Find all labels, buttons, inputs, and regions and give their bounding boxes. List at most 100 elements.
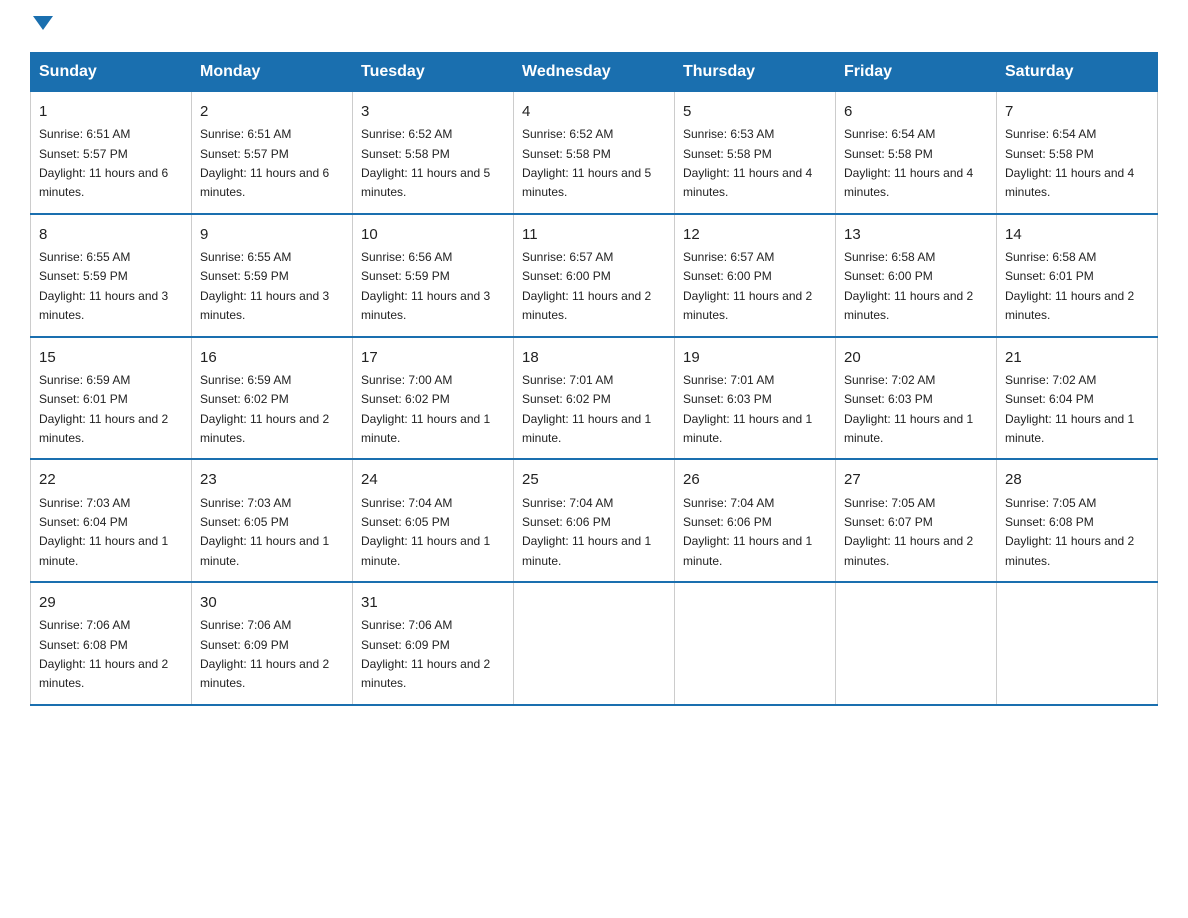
- day-number: 7: [1005, 100, 1149, 123]
- day-number: 30: [200, 591, 344, 614]
- week-row-3: 15 Sunrise: 6:59 AMSunset: 6:01 PMDayligh…: [31, 337, 1158, 460]
- calendar-cell: 18 Sunrise: 7:01 AMSunset: 6:02 PMDayligh…: [514, 337, 675, 460]
- calendar-cell: 22 Sunrise: 7:03 AMSunset: 6:04 PMDayligh…: [31, 459, 192, 582]
- day-number: 27: [844, 468, 988, 491]
- day-info: Sunrise: 7:05 AMSunset: 6:07 PMDaylight:…: [844, 496, 973, 568]
- day-number: 24: [361, 468, 505, 491]
- calendar-cell: 28 Sunrise: 7:05 AMSunset: 6:08 PMDayligh…: [997, 459, 1158, 582]
- calendar-cell: [675, 582, 836, 705]
- day-info: Sunrise: 7:06 AMSunset: 6:09 PMDaylight:…: [200, 618, 329, 690]
- day-number: 11: [522, 223, 666, 246]
- day-number: 16: [200, 346, 344, 369]
- day-number: 3: [361, 100, 505, 123]
- calendar-cell: 15 Sunrise: 6:59 AMSunset: 6:01 PMDayligh…: [31, 337, 192, 460]
- day-number: 29: [39, 591, 183, 614]
- calendar-cell: 27 Sunrise: 7:05 AMSunset: 6:07 PMDayligh…: [836, 459, 997, 582]
- calendar-cell: [514, 582, 675, 705]
- day-info: Sunrise: 6:54 AMSunset: 5:58 PMDaylight:…: [844, 127, 973, 199]
- calendar-cell: 24 Sunrise: 7:04 AMSunset: 6:05 PMDayligh…: [353, 459, 514, 582]
- day-info: Sunrise: 7:01 AMSunset: 6:02 PMDaylight:…: [522, 373, 651, 445]
- header-friday: Friday: [836, 53, 997, 92]
- calendar-cell: 5 Sunrise: 6:53 AMSunset: 5:58 PMDaylight…: [675, 92, 836, 214]
- day-number: 26: [683, 468, 827, 491]
- calendar-cell: 12Sunrise: 6:57 AMSunset: 6:00 PMDayligh…: [675, 214, 836, 337]
- day-number: 28: [1005, 468, 1149, 491]
- day-number: 4: [522, 100, 666, 123]
- day-info: Sunrise: 6:51 AMSunset: 5:57 PMDaylight:…: [200, 127, 329, 199]
- day-number: 17: [361, 346, 505, 369]
- logo-triangle-icon: [33, 16, 53, 30]
- day-info: Sunrise: 6:57 AMSunset: 6:00 PMDaylight:…: [683, 250, 812, 322]
- calendar-cell: 19Sunrise: 7:01 AMSunset: 6:03 PMDayligh…: [675, 337, 836, 460]
- header-thursday: Thursday: [675, 53, 836, 92]
- calendar-body: 1 Sunrise: 6:51 AMSunset: 5:57 PMDaylight…: [31, 92, 1158, 705]
- day-number: 21: [1005, 346, 1149, 369]
- day-info: Sunrise: 6:55 AMSunset: 5:59 PMDaylight:…: [39, 250, 168, 322]
- day-info: Sunrise: 6:59 AMSunset: 6:01 PMDaylight:…: [39, 373, 168, 445]
- calendar-header: SundayMondayTuesdayWednesdayThursdayFrid…: [31, 53, 1158, 92]
- header-saturday: Saturday: [997, 53, 1158, 92]
- day-info: Sunrise: 7:02 AMSunset: 6:03 PMDaylight:…: [844, 373, 973, 445]
- day-number: 31: [361, 591, 505, 614]
- calendar-cell: 30 Sunrise: 7:06 AMSunset: 6:09 PMDayligh…: [192, 582, 353, 705]
- day-info: Sunrise: 6:58 AMSunset: 6:01 PMDaylight:…: [1005, 250, 1134, 322]
- header-sunday: Sunday: [31, 53, 192, 92]
- calendar-cell: 11 Sunrise: 6:57 AMSunset: 6:00 PMDayligh…: [514, 214, 675, 337]
- calendar-cell: 23Sunrise: 7:03 AMSunset: 6:05 PMDayligh…: [192, 459, 353, 582]
- day-number: 22: [39, 468, 183, 491]
- calendar-cell: 21 Sunrise: 7:02 AMSunset: 6:04 PMDayligh…: [997, 337, 1158, 460]
- calendar-cell: 25Sunrise: 7:04 AMSunset: 6:06 PMDayligh…: [514, 459, 675, 582]
- week-row-1: 1 Sunrise: 6:51 AMSunset: 5:57 PMDaylight…: [31, 92, 1158, 214]
- day-number: 25: [522, 468, 666, 491]
- day-number: 14: [1005, 223, 1149, 246]
- day-info: Sunrise: 6:58 AMSunset: 6:00 PMDaylight:…: [844, 250, 973, 322]
- logo: [30, 20, 53, 34]
- week-row-4: 22 Sunrise: 7:03 AMSunset: 6:04 PMDayligh…: [31, 459, 1158, 582]
- day-number: 1: [39, 100, 183, 123]
- calendar-cell: 9 Sunrise: 6:55 AMSunset: 5:59 PMDaylight…: [192, 214, 353, 337]
- calendar-cell: 29 Sunrise: 7:06 AMSunset: 6:08 PMDayligh…: [31, 582, 192, 705]
- day-number: 9: [200, 223, 344, 246]
- day-info: Sunrise: 7:06 AMSunset: 6:09 PMDaylight:…: [361, 618, 490, 690]
- day-number: 20: [844, 346, 988, 369]
- day-info: Sunrise: 7:06 AMSunset: 6:08 PMDaylight:…: [39, 618, 168, 690]
- calendar-cell: 1 Sunrise: 6:51 AMSunset: 5:57 PMDaylight…: [31, 92, 192, 214]
- day-number: 13: [844, 223, 988, 246]
- day-info: Sunrise: 6:57 AMSunset: 6:00 PMDaylight:…: [522, 250, 651, 322]
- calendar-cell: 7 Sunrise: 6:54 AMSunset: 5:58 PMDaylight…: [997, 92, 1158, 214]
- day-info: Sunrise: 7:02 AMSunset: 6:04 PMDaylight:…: [1005, 373, 1134, 445]
- day-info: Sunrise: 7:05 AMSunset: 6:08 PMDaylight:…: [1005, 496, 1134, 568]
- header-tuesday: Tuesday: [353, 53, 514, 92]
- calendar-cell: 13 Sunrise: 6:58 AMSunset: 6:00 PMDayligh…: [836, 214, 997, 337]
- day-info: Sunrise: 6:52 AMSunset: 5:58 PMDaylight:…: [361, 127, 490, 199]
- day-number: 6: [844, 100, 988, 123]
- day-number: 19: [683, 346, 827, 369]
- day-info: Sunrise: 7:04 AMSunset: 6:05 PMDaylight:…: [361, 496, 490, 568]
- calendar-cell: 10Sunrise: 6:56 AMSunset: 5:59 PMDayligh…: [353, 214, 514, 337]
- calendar-cell: 6 Sunrise: 6:54 AMSunset: 5:58 PMDaylight…: [836, 92, 997, 214]
- calendar-cell: [997, 582, 1158, 705]
- header-monday: Monday: [192, 53, 353, 92]
- calendar-cell: 2Sunrise: 6:51 AMSunset: 5:57 PMDaylight…: [192, 92, 353, 214]
- calendar-cell: [836, 582, 997, 705]
- day-number: 5: [683, 100, 827, 123]
- day-info: Sunrise: 7:03 AMSunset: 6:04 PMDaylight:…: [39, 496, 168, 568]
- week-row-5: 29 Sunrise: 7:06 AMSunset: 6:08 PMDayligh…: [31, 582, 1158, 705]
- day-info: Sunrise: 6:53 AMSunset: 5:58 PMDaylight:…: [683, 127, 812, 199]
- calendar-cell: 31 Sunrise: 7:06 AMSunset: 6:09 PMDayligh…: [353, 582, 514, 705]
- header-row: SundayMondayTuesdayWednesdayThursdayFrid…: [31, 53, 1158, 92]
- day-info: Sunrise: 6:52 AMSunset: 5:58 PMDaylight:…: [522, 127, 651, 199]
- calendar-cell: 16Sunrise: 6:59 AMSunset: 6:02 PMDayligh…: [192, 337, 353, 460]
- day-number: 10: [361, 223, 505, 246]
- day-number: 18: [522, 346, 666, 369]
- calendar-cell: 4 Sunrise: 6:52 AMSunset: 5:58 PMDaylight…: [514, 92, 675, 214]
- day-number: 15: [39, 346, 183, 369]
- day-info: Sunrise: 6:54 AMSunset: 5:58 PMDaylight:…: [1005, 127, 1134, 199]
- day-info: Sunrise: 7:03 AMSunset: 6:05 PMDaylight:…: [200, 496, 329, 568]
- day-info: Sunrise: 6:55 AMSunset: 5:59 PMDaylight:…: [200, 250, 329, 322]
- day-info: Sunrise: 6:51 AMSunset: 5:57 PMDaylight:…: [39, 127, 168, 199]
- calendar-cell: 3 Sunrise: 6:52 AMSunset: 5:58 PMDaylight…: [353, 92, 514, 214]
- calendar-cell: 14 Sunrise: 6:58 AMSunset: 6:01 PMDayligh…: [997, 214, 1158, 337]
- day-info: Sunrise: 7:00 AMSunset: 6:02 PMDaylight:…: [361, 373, 490, 445]
- week-row-2: 8Sunrise: 6:55 AMSunset: 5:59 PMDaylight…: [31, 214, 1158, 337]
